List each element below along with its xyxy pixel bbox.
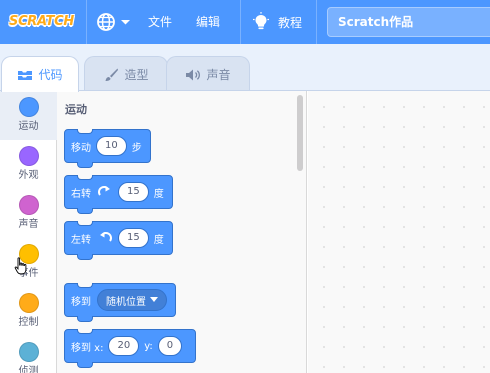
block-text: 移到 x: bbox=[71, 342, 104, 354]
lightbulb-icon bbox=[253, 12, 269, 30]
degrees-input[interactable]: 15 bbox=[118, 182, 149, 202]
editor-tabs: 代码 造型 声音 bbox=[0, 44, 490, 92]
block-turn-right[interactable]: 右转 15 度 bbox=[64, 175, 173, 214]
block-turn-left[interactable]: 左转 15 度 bbox=[64, 221, 173, 260]
tab-sounds[interactable]: 声音 bbox=[166, 56, 250, 92]
block-palette: 运动 移动 10 步 右转 15 度 左转 15 度 移到 随机位置 移到 x:… bbox=[57, 91, 307, 373]
block-goto-xy[interactable]: 移到 x: 20 y: 0 bbox=[64, 329, 197, 368]
category-control-label: 控制 bbox=[18, 317, 39, 328]
category-menu: 运动 外观 声音 事件 控制 侦测 bbox=[0, 91, 57, 373]
category-looks-dot bbox=[18, 146, 39, 166]
code-icon bbox=[18, 70, 33, 80]
block-bump bbox=[77, 254, 93, 260]
tab-costumes[interactable]: 造型 bbox=[84, 56, 168, 92]
rotate-counterclockwise-icon bbox=[100, 232, 112, 242]
degrees-input[interactable]: 15 bbox=[118, 228, 149, 248]
block-text: 度 bbox=[153, 188, 164, 200]
speaker-icon bbox=[186, 69, 201, 80]
block-text: 移到 bbox=[71, 296, 91, 308]
palette-scrollbar[interactable] bbox=[297, 95, 303, 171]
block-notch bbox=[77, 129, 93, 134]
category-sensing-label: 侦测 bbox=[18, 366, 39, 373]
edit-menu[interactable]: 编辑 bbox=[196, 14, 220, 30]
language-menu[interactable] bbox=[96, 12, 134, 32]
category-looks-label: 外观 bbox=[18, 170, 39, 181]
block-text: 移动 bbox=[71, 142, 91, 154]
category-control[interactable]: 控制 bbox=[0, 287, 57, 336]
chevron-down-icon bbox=[150, 297, 158, 302]
category-sensing-dot bbox=[18, 342, 39, 362]
category-sound-dot bbox=[18, 195, 39, 215]
scratch-logo[interactable]: SCRATCH bbox=[9, 11, 77, 33]
menu-divider bbox=[86, 0, 87, 44]
tutorials-button[interactable]: 教程 bbox=[252, 10, 302, 34]
category-sound-label: 声音 bbox=[18, 219, 39, 230]
category-motion-label: 运动 bbox=[18, 121, 39, 132]
palette-section-title: 运动 bbox=[65, 103, 87, 116]
menu-divider bbox=[240, 0, 241, 44]
block-text: 左转 bbox=[71, 234, 91, 246]
x-input[interactable]: 20 bbox=[108, 336, 140, 356]
tab-code[interactable]: 代码 bbox=[1, 56, 79, 92]
globe-icon bbox=[97, 13, 130, 31]
block-notch bbox=[77, 175, 93, 180]
hand-cursor-icon bbox=[14, 257, 27, 275]
steps-input[interactable]: 10 bbox=[96, 136, 127, 156]
tab-code-label: 代码 bbox=[38, 68, 63, 82]
block-goto[interactable]: 移到 随机位置 bbox=[64, 283, 176, 322]
block-notch bbox=[77, 283, 93, 288]
project-title-input[interactable]: Scratch作品 bbox=[327, 7, 490, 37]
category-events[interactable]: 事件 bbox=[0, 238, 57, 287]
y-input[interactable]: 0 bbox=[157, 336, 183, 356]
script-workspace[interactable] bbox=[308, 91, 490, 373]
dropdown-value: 随机位置 bbox=[106, 296, 146, 308]
menu-bar: SCRATCH 文件 编辑 教程 Scratch作品 bbox=[0, 0, 490, 44]
block-text: 右转 bbox=[71, 188, 91, 200]
editor-main: 运动 外观 声音 事件 控制 侦测 运动 移动 10 步 右转 15 度 左转 … bbox=[0, 90, 490, 373]
block-move-steps[interactable]: 移动 10 步 bbox=[64, 129, 151, 168]
brush-icon bbox=[105, 68, 119, 81]
file-menu[interactable]: 文件 bbox=[148, 14, 172, 30]
block-text: 步 bbox=[131, 142, 142, 154]
block-notch bbox=[77, 221, 93, 226]
block-bump bbox=[77, 316, 93, 322]
block-bump bbox=[77, 208, 93, 214]
menu-divider bbox=[316, 0, 317, 44]
block-text: y: bbox=[144, 340, 153, 352]
scratch-logo-text: SCRATCH bbox=[9, 14, 74, 29]
category-sensing[interactable]: 侦测 bbox=[0, 336, 57, 373]
category-motion-dot bbox=[18, 97, 39, 117]
block-text: 度 bbox=[153, 234, 164, 246]
category-control-dot bbox=[18, 293, 39, 313]
tab-costumes-label: 造型 bbox=[124, 68, 149, 82]
tutorials-label: 教程 bbox=[278, 15, 303, 30]
tab-sounds-label: 声音 bbox=[206, 68, 231, 82]
category-looks[interactable]: 外观 bbox=[0, 140, 57, 189]
goto-target-dropdown[interactable]: 随机位置 bbox=[97, 289, 167, 311]
rotate-clockwise-icon bbox=[98, 186, 110, 196]
block-bump bbox=[77, 162, 93, 168]
block-notch bbox=[77, 329, 93, 334]
category-sound[interactable]: 声音 bbox=[0, 189, 57, 238]
block-bump bbox=[77, 362, 93, 368]
category-motion[interactable]: 运动 bbox=[0, 91, 57, 140]
